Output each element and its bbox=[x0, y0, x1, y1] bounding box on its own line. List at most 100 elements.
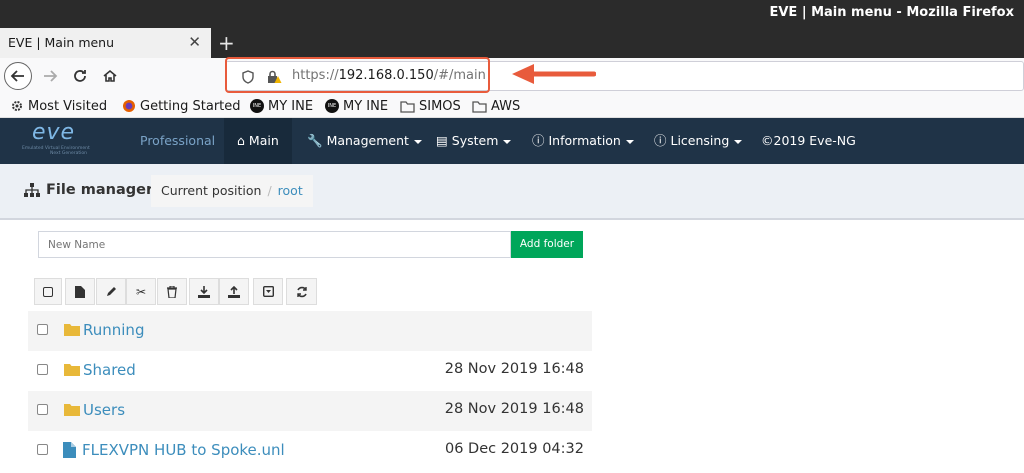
arrow-right-icon bbox=[44, 70, 58, 82]
breadcrumb-label: Current position bbox=[161, 183, 262, 198]
sitemap-icon bbox=[24, 183, 40, 197]
new-file-button[interactable] bbox=[65, 278, 95, 305]
file-icon bbox=[63, 442, 76, 458]
cut-button[interactable]: ✂ bbox=[126, 278, 156, 305]
folder-icon bbox=[64, 404, 80, 416]
home-icon bbox=[103, 69, 117, 82]
bookmark-label: MY INE bbox=[343, 98, 389, 114]
wrench-icon: 🔧 bbox=[307, 133, 323, 148]
nav-main-label: Main bbox=[248, 133, 279, 148]
row-checkbox[interactable] bbox=[37, 324, 48, 335]
logo-wordmark: eve bbox=[32, 120, 76, 145]
bookmark-my-ine-2[interactable]: INE MY INE bbox=[325, 96, 388, 116]
select-all-button[interactable] bbox=[34, 278, 62, 305]
bookmark-label: Getting Started bbox=[140, 98, 241, 114]
delete-button[interactable] bbox=[157, 278, 187, 305]
file-row[interactable]: Running bbox=[28, 311, 592, 351]
folder-icon bbox=[472, 100, 487, 113]
nav-information-label: Information bbox=[548, 133, 621, 148]
refresh-button[interactable] bbox=[286, 278, 317, 305]
file-date: 06 Dec 2019 04:32 bbox=[444, 441, 584, 457]
window-titlebar: EVE | Main menu - Mozilla Firefox bbox=[0, 0, 1024, 28]
file-name[interactable]: FLEXVPN HUB to Spoke.unl bbox=[82, 441, 285, 459]
folder-icon bbox=[400, 100, 415, 113]
ine-icon: INE bbox=[250, 99, 264, 113]
back-button[interactable] bbox=[4, 62, 32, 90]
breadcrumb-current[interactable]: root bbox=[278, 183, 303, 198]
square-caret-icon bbox=[262, 286, 274, 297]
add-folder-button[interactable]: Add folder bbox=[511, 231, 583, 258]
refresh-icon bbox=[296, 286, 307, 297]
page-title-text: File manager bbox=[46, 182, 154, 198]
info-icon: ⓘ bbox=[654, 133, 667, 148]
gear-icon bbox=[12, 101, 22, 111]
eve-logo[interactable]: eve Emulated Virtual Environment Next Ge… bbox=[22, 122, 114, 160]
copyright: ©2019 Eve-NG bbox=[761, 133, 856, 148]
info-icon: ⓘ bbox=[532, 133, 545, 148]
file-date: 28 Nov 2019 16:48 bbox=[444, 401, 584, 417]
checkbox-icon bbox=[43, 286, 53, 297]
rename-button[interactable] bbox=[96, 278, 126, 305]
caret-down-icon bbox=[503, 139, 512, 144]
file-name[interactable]: Running bbox=[83, 321, 144, 339]
breadcrumb: Current position / root bbox=[151, 175, 313, 207]
close-icon[interactable]: ✕ bbox=[188, 33, 201, 51]
nav-information[interactable]: ⓘ Information bbox=[532, 118, 634, 164]
bookmark-label: AWS bbox=[491, 98, 521, 114]
pencil-icon bbox=[106, 287, 116, 296]
eve-navbar: eve Emulated Virtual Environment Next Ge… bbox=[0, 118, 1024, 164]
firefox-icon bbox=[123, 100, 135, 112]
caret-down-icon bbox=[413, 139, 422, 144]
row-checkbox[interactable] bbox=[37, 364, 48, 375]
file-name[interactable]: Shared bbox=[83, 361, 136, 379]
bookmark-label: SIMOS bbox=[419, 98, 461, 114]
file-icon bbox=[75, 285, 85, 298]
breadcrumb-separator: / bbox=[267, 183, 272, 198]
nav-management[interactable]: 🔧 Management bbox=[307, 118, 422, 164]
new-tab-icon[interactable]: + bbox=[218, 31, 235, 55]
url-highlight-box bbox=[225, 57, 490, 93]
annotation-arrow-icon bbox=[512, 64, 596, 84]
forward-button[interactable] bbox=[36, 62, 64, 90]
new-name-input[interactable] bbox=[38, 231, 511, 258]
download-button[interactable] bbox=[189, 278, 219, 305]
bookmark-label: MY INE bbox=[268, 98, 314, 114]
scissors-icon: ✂ bbox=[135, 284, 147, 299]
tab-title: EVE | Main menu bbox=[8, 35, 115, 50]
edition-label: Professional bbox=[140, 133, 216, 148]
bookmarks-toolbar: Most Visited Getting Started INE MY INE … bbox=[0, 94, 1024, 118]
file-row[interactable]: FLEXVPN HUB to Spoke.unl 06 Dec 2019 04:… bbox=[28, 431, 592, 471]
collapse-button[interactable] bbox=[253, 278, 283, 305]
upload-icon bbox=[228, 285, 240, 298]
bookmark-label: Most Visited bbox=[28, 98, 108, 114]
tab-strip: EVE | Main menu ✕ + bbox=[0, 28, 1024, 58]
nav-management-label: Management bbox=[326, 133, 409, 148]
bookmark-getting-started[interactable]: Getting Started bbox=[122, 96, 241, 116]
bookmark-aws[interactable]: AWS bbox=[472, 96, 520, 116]
arrow-left-icon bbox=[10, 70, 24, 82]
file-row[interactable]: Shared 28 Nov 2019 16:48 bbox=[28, 351, 592, 391]
download-icon bbox=[198, 285, 210, 298]
bookmark-most-visited[interactable]: Most Visited bbox=[10, 96, 107, 116]
nav-main[interactable]: ⌂ Main bbox=[224, 118, 292, 164]
row-checkbox[interactable] bbox=[37, 444, 48, 455]
caret-down-icon bbox=[625, 139, 634, 144]
home-button[interactable] bbox=[96, 62, 124, 90]
book-icon: ▤ bbox=[436, 133, 448, 148]
nav-system-label: System bbox=[451, 133, 499, 148]
nav-system[interactable]: ▤ System bbox=[436, 118, 512, 164]
folder-icon bbox=[64, 364, 80, 376]
bookmark-my-ine[interactable]: INE MY INE bbox=[250, 96, 313, 116]
nav-licensing[interactable]: ⓘ Licensing bbox=[654, 118, 743, 164]
bookmark-simos[interactable]: SIMOS bbox=[400, 96, 461, 116]
trash-icon bbox=[167, 285, 177, 298]
file-name[interactable]: Users bbox=[83, 401, 125, 419]
reload-button[interactable] bbox=[66, 62, 94, 90]
upload-button[interactable] bbox=[219, 278, 249, 305]
nav-licensing-label: Licensing bbox=[670, 133, 730, 148]
window-title: EVE | Main menu - Mozilla Firefox bbox=[769, 5, 1014, 20]
page-title: File manager bbox=[24, 182, 153, 198]
row-checkbox[interactable] bbox=[37, 404, 48, 415]
file-row[interactable]: Users 28 Nov 2019 16:48 bbox=[28, 391, 592, 431]
browser-tab[interactable]: EVE | Main menu ✕ bbox=[0, 28, 211, 58]
